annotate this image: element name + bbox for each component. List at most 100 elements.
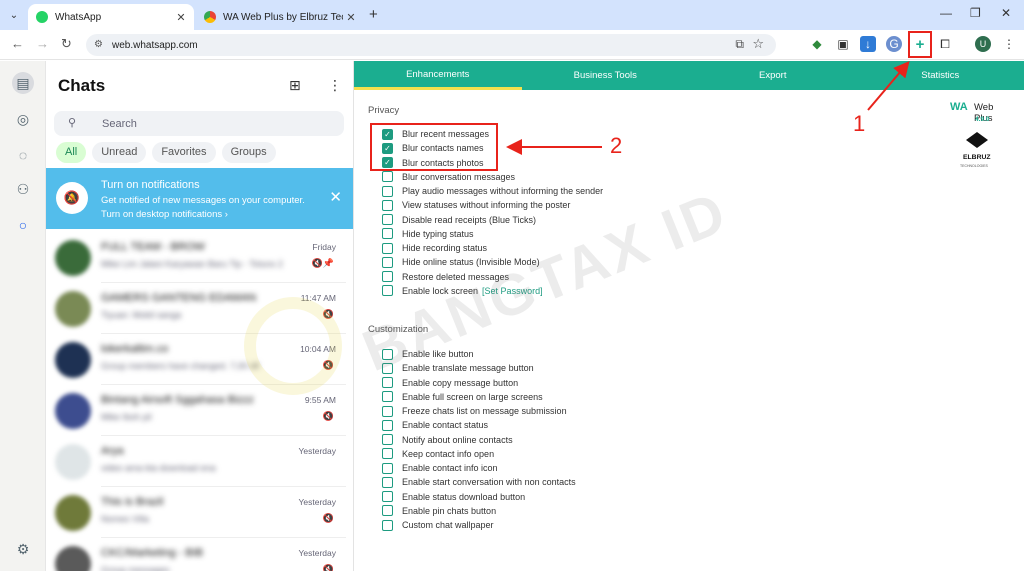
chat-preview: Mike Lim Jalani Karyawan Baru Tip - Tolu…: [101, 259, 283, 269]
tab-search-dropdown[interactable]: ⌄: [4, 5, 24, 25]
checkbox[interactable]: [382, 362, 393, 374]
option-row[interactable]: Keep contact info open: [382, 447, 494, 461]
option-row[interactable]: Disable read receipts (Blue Ticks): [382, 213, 536, 227]
minimize-icon[interactable]: —: [940, 6, 952, 20]
option-row[interactable]: Enable status download button: [382, 490, 525, 504]
checkbox[interactable]: [382, 348, 393, 360]
site-info-icon[interactable]: ⚙: [94, 39, 103, 50]
checkbox[interactable]: [382, 199, 393, 211]
filter-unread[interactable]: Unread: [92, 142, 147, 163]
checkbox[interactable]: [382, 271, 393, 282]
close-icon[interactable]: ✕: [329, 188, 342, 206]
checkbox[interactable]: [382, 391, 393, 403]
checkbox[interactable]: [382, 519, 393, 531]
filter-groups[interactable]: Groups: [221, 142, 276, 163]
checkbox[interactable]: [382, 185, 393, 197]
chat-row[interactable]: Bintang Airsoft Sggahasa Bizzz Mike Iboh …: [46, 386, 346, 436]
checkbox[interactable]: [382, 505, 393, 517]
settings-gear-icon[interactable]: ⚙: [12, 538, 34, 560]
profile-avatar-icon[interactable]: U: [975, 36, 991, 52]
option-row[interactable]: Enable translate message button: [382, 361, 534, 375]
tab-statistics[interactable]: Statistics: [857, 61, 1024, 90]
window-close-icon[interactable]: ✕: [1001, 6, 1011, 20]
option-row[interactable]: Hide recording status: [382, 241, 487, 255]
new-tab-icon[interactable]: +: [369, 6, 378, 23]
tab-export[interactable]: Export: [689, 61, 857, 90]
tab-business-tools[interactable]: Business Tools: [522, 61, 690, 90]
tab-enhancements[interactable]: Enhancements: [354, 61, 522, 90]
option-row[interactable]: Notify about online contacts: [382, 433, 513, 447]
status-icon[interactable]: ◎: [12, 108, 34, 130]
address-bar[interactable]: ⚙ web.whatsapp.com ⧉ ☆: [86, 34, 776, 56]
notification-link[interactable]: Turn on desktop notifications ›: [101, 209, 228, 220]
communities-icon[interactable]: ⚇: [12, 178, 34, 200]
checkbox[interactable]: [382, 434, 393, 445]
checkbox[interactable]: [382, 448, 393, 460]
new-chat-icon[interactable]: ⊞: [289, 77, 301, 94]
maximize-icon[interactable]: ❐: [970, 6, 981, 20]
close-icon[interactable]: ✕: [173, 11, 189, 24]
tab-wa-web-plus[interactable]: WA Web Plus by Elbruz Technol ✕: [196, 4, 364, 30]
option-row[interactable]: Play audio messages without informing th…: [382, 184, 603, 198]
extensions-puzzle-icon[interactable]: ⧠: [937, 36, 953, 52]
option-row[interactable]: Enable pin chats button: [382, 504, 496, 518]
option-row[interactable]: Custom chat wallpaper: [382, 518, 494, 532]
close-icon[interactable]: ✕: [343, 11, 359, 24]
reload-icon[interactable]: ↻: [61, 36, 72, 52]
avatar: [55, 546, 91, 571]
checkbox[interactable]: [382, 171, 393, 183]
option-row[interactable]: Blur conversation messages: [382, 170, 515, 184]
wa-web-plus-logo: WA Web Plus 4.9.0 ELBRUZ TECHNOLOGIES: [944, 98, 1014, 176]
back-icon[interactable]: ←: [11, 36, 24, 51]
bookmark-star-icon[interactable]: ☆: [752, 36, 764, 52]
translate-extension-icon[interactable]: G: [886, 36, 902, 52]
chat-row[interactable]: This is Brazil Nomes Villa Yesterday 🔇: [46, 488, 346, 538]
cast-icon[interactable]: ⧉: [735, 37, 744, 52]
checkbox[interactable]: [382, 476, 393, 488]
checkbox[interactable]: [382, 242, 393, 254]
checkbox[interactable]: [382, 256, 393, 268]
chat-row[interactable]: GAMERS GANTENG EDAMAN Tiyuan: Mobil sanga…: [46, 284, 346, 334]
option-row[interactable]: Hide online status (Invisible Mode): [382, 255, 540, 269]
chat-row[interactable]: CKC/Marketing - BIB Group messages Yesterd…: [46, 539, 346, 571]
set-password-link[interactable]: [Set Password]: [482, 286, 543, 296]
more-menu-icon[interactable]: ⋮: [1001, 36, 1017, 52]
search-input[interactable]: ⚲ Search: [54, 111, 344, 136]
chrome-web-store-icon: [204, 11, 216, 23]
filter-all[interactable]: All: [56, 142, 87, 163]
option-row[interactable]: Enable full screen on large screens: [382, 390, 543, 404]
checkbox[interactable]: [382, 405, 393, 417]
checkbox[interactable]: [382, 419, 393, 431]
option-row[interactable]: Enable like button: [382, 347, 474, 361]
image-extension-icon[interactable]: ▣: [835, 36, 851, 52]
chat-row[interactable]: FULL TEAM - BROW Mike Lim Jalani Karyawan…: [46, 233, 346, 283]
filter-favorites[interactable]: Favorites: [152, 142, 216, 163]
checkbox[interactable]: [382, 462, 393, 474]
option-row[interactable]: Hide typing status: [382, 227, 474, 241]
checkbox[interactable]: [382, 377, 393, 388]
option-row[interactable]: Enable contact status: [382, 418, 488, 432]
checkbox[interactable]: [382, 228, 393, 240]
channels-icon[interactable]: ◌: [12, 144, 34, 166]
option-row[interactable]: Enable start conversation with non conta…: [382, 475, 576, 489]
checkbox[interactable]: [382, 285, 393, 297]
extension-cube-icon[interactable]: ◆: [809, 36, 825, 52]
chat-row[interactable]: lokerkaltim.co Group members have changed…: [46, 335, 346, 385]
option-row[interactable]: View statuses without informing the post…: [382, 198, 570, 212]
menu-icon[interactable]: ⋮: [328, 77, 342, 94]
chats-icon[interactable]: ▤: [12, 72, 34, 94]
mute-icon: 🔇: [322, 411, 334, 421]
option-row[interactable]: Freeze chats list on message submission: [382, 404, 567, 418]
notification-banner[interactable]: 🔕 Turn on notifications Get notified of …: [46, 168, 353, 229]
checkbox[interactable]: [382, 491, 393, 502]
option-row[interactable]: Enable contact info icon: [382, 461, 498, 475]
download-extension-icon[interactable]: ↓: [860, 36, 876, 52]
option-row[interactable]: Enable copy message button: [382, 376, 518, 390]
meta-ai-icon[interactable]: ○: [12, 214, 34, 236]
tab-whatsapp[interactable]: WhatsApp ✕: [28, 4, 194, 30]
option-row[interactable]: Enable lock screen [Set Password]: [382, 284, 543, 298]
forward-icon[interactable]: →: [36, 36, 49, 51]
chat-row[interactable]: Arya video ama kta download ena Yesterday: [46, 437, 346, 487]
checkbox[interactable]: [382, 214, 393, 225]
option-row[interactable]: Restore deleted messages: [382, 270, 509, 284]
